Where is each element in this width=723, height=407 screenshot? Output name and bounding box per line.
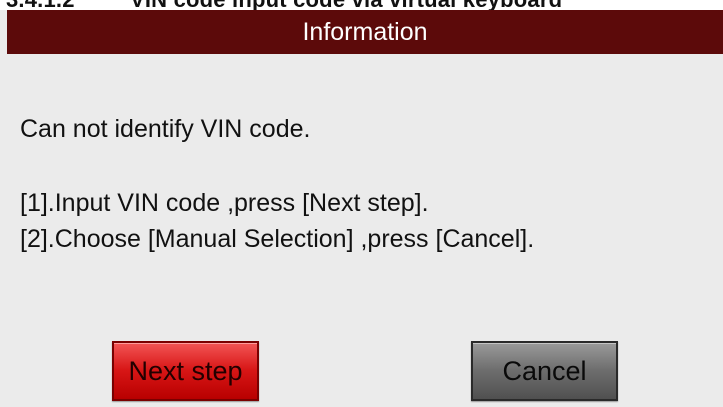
message-line-1: Can not identify VIN code.: [20, 115, 311, 143]
section-title: VIN code input code via virtual keyboard: [130, 0, 562, 10]
section-number: 3.4.1.2: [6, 0, 75, 10]
document-section-heading: 3.4.1.2 VIN code input code via virtual …: [0, 0, 723, 10]
cancel-button[interactable]: Cancel: [471, 341, 618, 401]
message-line-2: [1].Input VIN code ,press [Next step].: [20, 189, 429, 217]
next-step-button[interactable]: Next step: [112, 341, 259, 401]
dialog-body: Can not identify VIN code. [1].Input VIN…: [7, 54, 723, 407]
dialog-title: Information: [302, 18, 428, 46]
dialog-title-bar: Information: [7, 10, 723, 54]
message-line-3: [2].Choose [Manual Selection] ,press [Ca…: [20, 225, 535, 253]
